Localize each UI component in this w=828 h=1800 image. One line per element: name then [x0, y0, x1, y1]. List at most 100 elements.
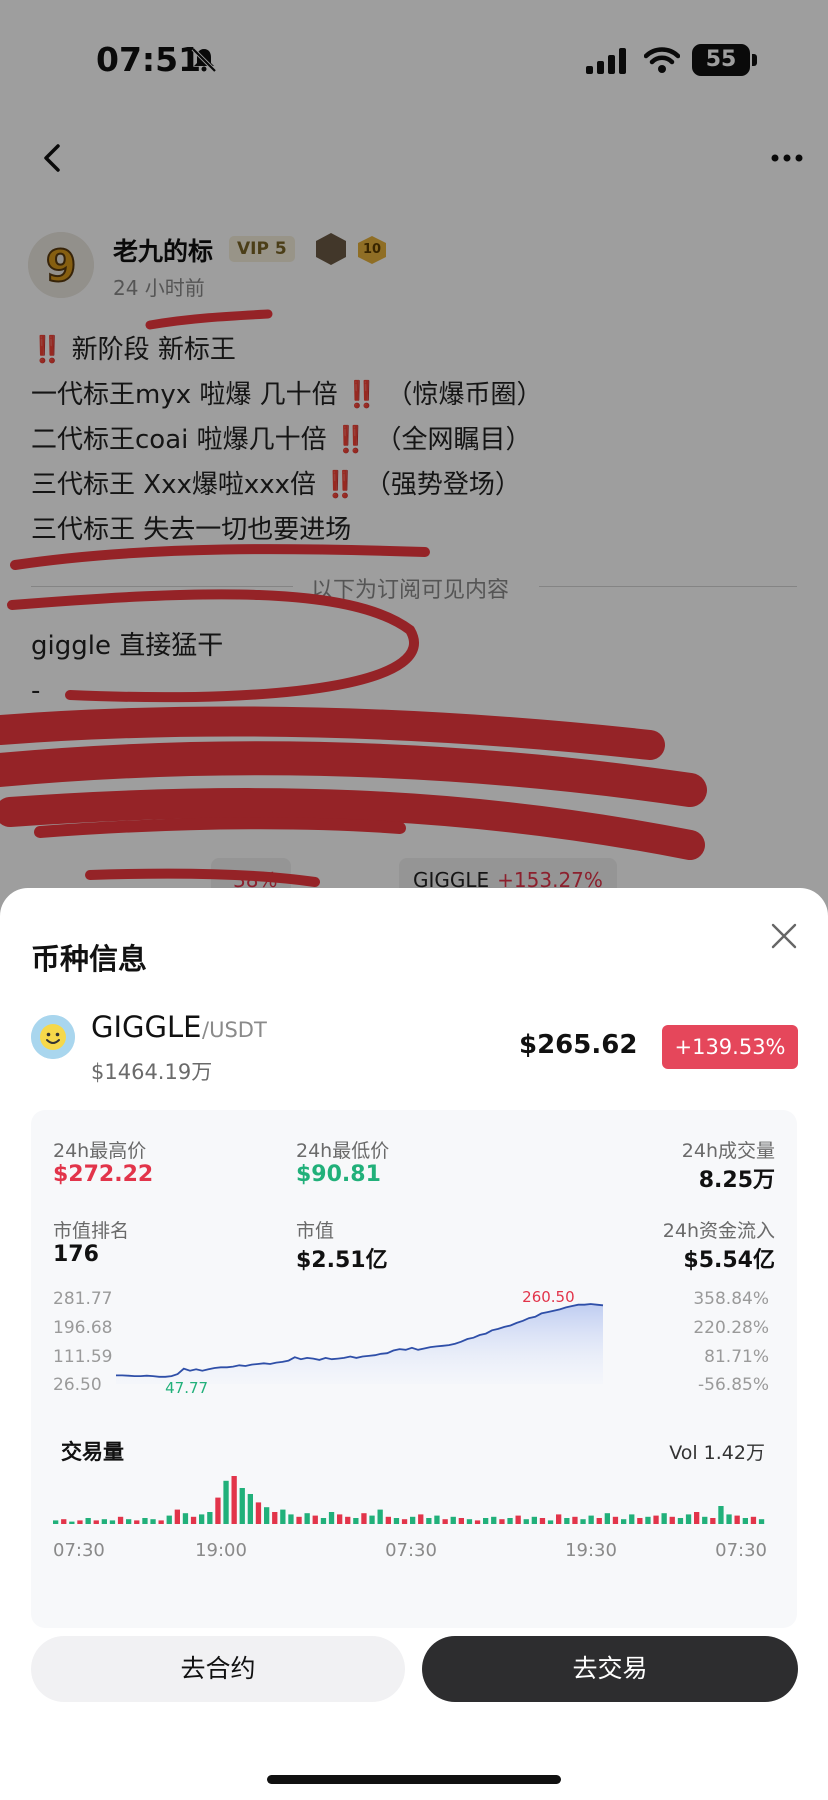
volume-bar	[653, 1515, 659, 1524]
volume-bar-chart[interactable]: 07:30 19:00 07:30 19:30 07:30	[31, 1470, 797, 1580]
y-tick-left: 196.68	[53, 1318, 112, 1338]
price-low-label: 47.77	[165, 1379, 208, 1397]
volume-bar	[450, 1516, 456, 1524]
volume-bar	[239, 1488, 245, 1524]
close-icon[interactable]	[770, 922, 798, 950]
volume-bar	[734, 1515, 740, 1524]
volume-bar	[150, 1519, 156, 1524]
volume-title: 交易量	[61, 1440, 124, 1464]
volume-bar	[434, 1515, 440, 1524]
volume-bar	[207, 1512, 213, 1524]
volume-total: Vol 1.42万	[669, 1442, 765, 1464]
stat-high-label: 24h最高价	[53, 1140, 147, 1162]
volume-bar	[385, 1516, 391, 1524]
volume-bar	[215, 1497, 221, 1524]
volume-bar	[304, 1513, 310, 1524]
x-tick-label: 19:00	[195, 1540, 247, 1561]
stat-low-label: 24h最低价	[296, 1140, 390, 1162]
volume-bar	[758, 1519, 765, 1524]
volume-bar	[345, 1516, 351, 1524]
volume-bar	[109, 1520, 116, 1524]
stat-inflow-label: 24h资金流入	[662, 1220, 775, 1242]
stats-card: 24h最高价 $272.22 24h最低价 $90.81 24h成交量 8.25…	[31, 1110, 797, 1628]
volume-bar	[580, 1519, 586, 1524]
x-tick-label: 07:30	[385, 1540, 437, 1561]
coin-market-cap: $1464.19万	[91, 1060, 213, 1084]
price-line-chart[interactable]: 281.77 196.68 111.59 26.50 358.84% 220.28% 81.…	[31, 1280, 797, 1420]
volume-bar	[264, 1507, 270, 1524]
y-tick-left: 281.77	[53, 1289, 112, 1309]
volume-bar	[320, 1518, 327, 1524]
stat-volume-value: 8.25万	[698, 1168, 775, 1193]
volume-bar	[458, 1518, 464, 1524]
volume-bar	[718, 1506, 724, 1524]
volume-bar	[223, 1480, 229, 1524]
volume-bar	[61, 1519, 67, 1524]
y-tick-left: 111.59	[53, 1347, 112, 1367]
coin-info-sheet: 币种信息 GIGGLE /USDT $1464.19万 $265.62 +139…	[0, 888, 828, 1800]
volume-bar	[272, 1512, 278, 1524]
go-trade-button[interactable]: 去交易	[422, 1636, 798, 1702]
home-indicator[interactable]	[267, 1775, 561, 1784]
volume-bar	[410, 1516, 416, 1524]
volume-bar	[126, 1519, 132, 1524]
volume-bar	[596, 1518, 602, 1524]
volume-bar	[426, 1518, 432, 1524]
stat-cap-label: 市值	[296, 1220, 335, 1242]
volume-bar	[93, 1520, 99, 1524]
volume-bar	[515, 1515, 521, 1524]
y-tick-right: 220.28%	[693, 1318, 769, 1338]
volume-bar	[702, 1516, 708, 1524]
volume-bar	[142, 1518, 148, 1524]
coin-logo-icon	[31, 1015, 75, 1059]
volume-bar	[53, 1520, 59, 1524]
y-tick-right: 81.71%	[704, 1347, 769, 1367]
stat-rank-label: 市值排名	[53, 1220, 130, 1242]
stat-inflow-value: $5.54亿	[683, 1248, 775, 1273]
y-tick-right: -56.85%	[698, 1375, 769, 1395]
volume-bar	[231, 1476, 237, 1524]
volume-bar	[418, 1514, 424, 1524]
volume-bar	[612, 1516, 619, 1524]
x-tick-label: 07:30	[715, 1540, 767, 1561]
x-tick-label: 19:30	[565, 1540, 617, 1561]
volume-bar	[190, 1516, 197, 1524]
volume-bar	[393, 1518, 400, 1524]
volume-bar	[726, 1514, 732, 1524]
volume-bar	[255, 1502, 262, 1524]
volume-bar	[507, 1518, 513, 1524]
volume-bar	[312, 1515, 318, 1524]
volume-bar	[166, 1515, 172, 1524]
volume-bar	[556, 1514, 562, 1524]
volume-bar	[629, 1514, 635, 1524]
volume-bar	[564, 1518, 570, 1524]
price-change-badge: +139.53%	[662, 1025, 798, 1069]
volume-bar	[182, 1513, 189, 1524]
go-futures-button[interactable]: 去合约	[31, 1636, 405, 1702]
coin-pair: /USDT	[202, 1018, 267, 1042]
coin-symbol: GIGGLE	[91, 1010, 202, 1044]
price-high-label: 260.50	[522, 1288, 575, 1306]
volume-bar	[710, 1518, 716, 1524]
volume-bar	[199, 1514, 205, 1524]
volume-bar	[328, 1512, 335, 1524]
volume-bar	[742, 1518, 748, 1524]
volume-bar	[523, 1519, 529, 1524]
volume-bar	[621, 1519, 627, 1524]
volume-bar	[677, 1518, 684, 1524]
volume-bar	[645, 1516, 651, 1524]
stat-volume-label: 24h成交量	[681, 1140, 775, 1162]
coin-price: $265.62	[519, 1030, 638, 1060]
volume-bar	[134, 1520, 140, 1524]
volume-bar	[750, 1516, 757, 1524]
stat-cap-value: $2.51亿	[296, 1248, 388, 1273]
volume-bar	[531, 1516, 537, 1524]
volume-bar	[361, 1513, 367, 1524]
volume-bar	[280, 1509, 286, 1524]
volume-bar	[337, 1514, 343, 1524]
volume-bar	[685, 1514, 692, 1524]
volume-bar	[483, 1518, 489, 1524]
volume-bar	[77, 1520, 83, 1524]
sheet-title: 币种信息	[31, 942, 148, 976]
volume-bar	[491, 1516, 497, 1524]
